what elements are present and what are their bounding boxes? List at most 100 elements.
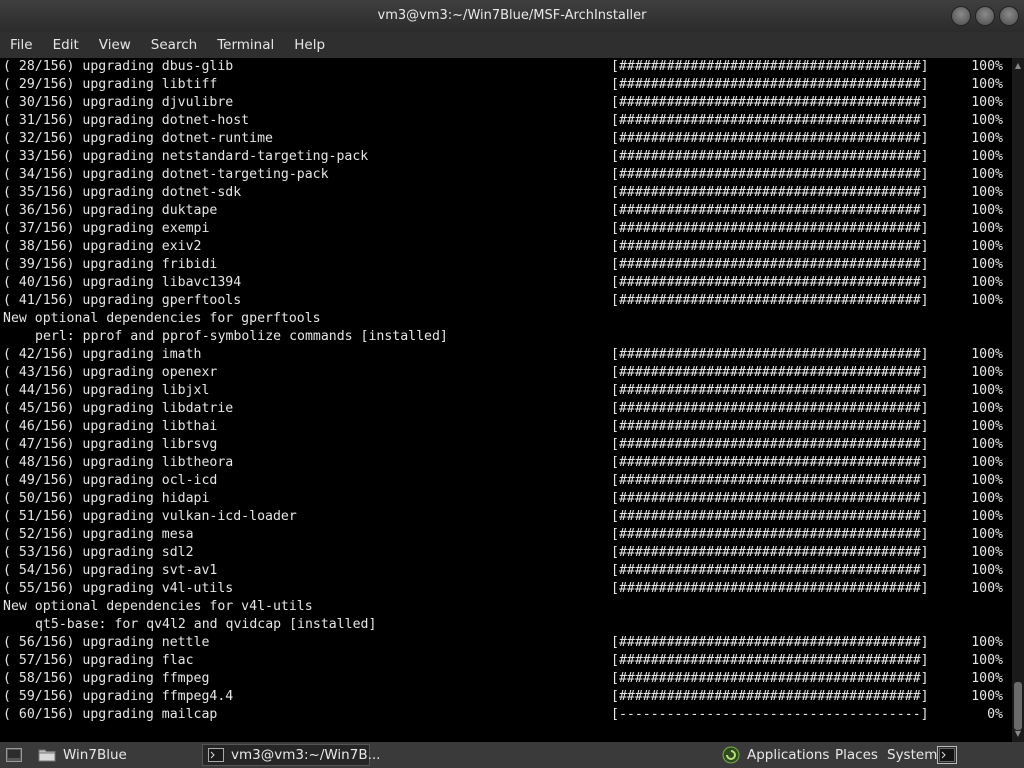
menu-file[interactable]: File [0, 32, 43, 58]
terminal-line: ( 55/156) upgrading v4l-utils [##########… [0, 580, 1012, 598]
menu-view[interactable]: View [89, 32, 141, 58]
terminal-launcher-icon[interactable] [937, 746, 957, 764]
scroll-down-icon[interactable]: ▼ [1012, 728, 1024, 740]
progress-bar-text: [######################################] [611, 167, 929, 182]
progress-percent: 100% [971, 509, 1003, 524]
menu-terminal[interactable]: Terminal [207, 32, 284, 58]
terminal-line: ( 60/156) upgrading mailcap [------------… [0, 706, 1012, 724]
terminal-line: ( 34/156) upgrading dotnet-targeting-pac… [0, 166, 1012, 184]
terminal-line: ( 54/156) upgrading svt-av1 [############… [0, 562, 1012, 580]
terminal-line: ( 35/156) upgrading dotnet-sdk [#########… [0, 184, 1012, 202]
progress-bar-text: [######################################] [611, 509, 929, 524]
progress-bar-text: [######################################] [611, 149, 929, 164]
progress-bar-text: [######################################] [611, 689, 929, 704]
progress-bar-text: [######################################] [611, 95, 929, 110]
upgrade-step-text: ( 29/156) upgrading libtiff [3, 77, 218, 92]
terminal-line: ( 59/156) upgrading ffmpeg4.4 [##########… [0, 688, 1012, 706]
progress-percent: 100% [971, 689, 1003, 704]
show-desktop-icon[interactable] [6, 748, 22, 762]
minimize-button[interactable] [951, 6, 971, 26]
progress-bar-text: [######################################] [611, 491, 929, 506]
terminal-line: New optional dependencies for v4l-utils [0, 598, 1012, 616]
terminal-line: ( 50/156) upgrading hidapi [#############… [0, 490, 1012, 508]
progress-percent: 100% [971, 77, 1003, 92]
taskbar-terminal-label: vm3@vm3:~/Win7B... [231, 747, 381, 763]
terminal-line: ( 44/156) upgrading libjxl [#############… [0, 382, 1012, 400]
upgrade-step-text: ( 36/156) upgrading duktape [3, 203, 218, 218]
terminal-line: ( 51/156) upgrading vulkan-icd-loader [##… [0, 508, 1012, 526]
terminal-output[interactable]: ( 28/156) upgrading dbus-glib [##########… [0, 58, 1012, 742]
terminal-line: ( 31/156) upgrading dotnet-host [########… [0, 112, 1012, 130]
upgrade-step-text: ( 51/156) upgrading vulkan-icd-loader [3, 509, 297, 524]
progress-percent: 0% [987, 707, 1003, 722]
upgrade-step-text: ( 28/156) upgrading dbus-glib [3, 59, 234, 74]
progress-bar-text: [######################################] [611, 671, 929, 686]
menu-bar: File Edit View Search Terminal Help [0, 32, 1024, 58]
taskbar-terminal-task[interactable]: vm3@vm3:~/Win7B... [202, 744, 380, 766]
terminal-scrollbar[interactable]: ▲ ▼ [1012, 58, 1024, 742]
progress-percent: 100% [971, 347, 1003, 362]
terminal-line: ( 46/156) upgrading libthai [############… [0, 418, 1012, 436]
upgrade-step-text: ( 42/156) upgrading imath [3, 347, 202, 362]
terminal-line: perl: pprof and pprof-symbolize commands… [0, 328, 1012, 346]
terminal-line: ( 42/156) upgrading imath [##############… [0, 346, 1012, 364]
progress-bar-text: [--------------------------------------] [611, 707, 929, 722]
maximize-button[interactable] [975, 6, 995, 26]
upgrade-step-text: ( 35/156) upgrading dotnet-sdk [3, 185, 242, 200]
upgrade-step-text: ( 38/156) upgrading exiv2 [3, 239, 202, 254]
progress-percent: 100% [971, 545, 1003, 560]
upgrade-step-text: ( 48/156) upgrading libtheora [3, 455, 234, 470]
progress-bar-text: [######################################] [611, 401, 929, 416]
progress-percent: 100% [971, 437, 1003, 452]
upgrade-step-text: ( 50/156) upgrading hidapi [3, 491, 210, 506]
menu-search[interactable]: Search [141, 32, 207, 58]
terminal-line: ( 45/156) upgrading libdatrie [##########… [0, 400, 1012, 418]
terminal-line: ( 41/156) upgrading gperftools [#########… [0, 292, 1012, 310]
terminal-line: ( 36/156) upgrading duktape [############… [0, 202, 1012, 220]
terminal-line: ( 56/156) upgrading nettle [#############… [0, 634, 1012, 652]
upgrade-step-text: ( 44/156) upgrading libjxl [3, 383, 210, 398]
upgrade-step-text: ( 52/156) upgrading mesa [3, 527, 194, 542]
menu-places[interactable]: Places [835, 742, 878, 768]
menu-applications[interactable]: Applications [747, 742, 829, 768]
upgrade-step-text: ( 56/156) upgrading nettle [3, 635, 210, 650]
window-title: vm3@vm3:~/Win7Blue/MSF-ArchInstaller [377, 8, 647, 23]
taskbar: Win7Blue vm3@vm3:~/Win7B... Applications… [0, 742, 1024, 768]
progress-bar-text: [######################################] [611, 203, 929, 218]
progress-percent: 100% [971, 491, 1003, 506]
upgrade-step-text: ( 47/156) upgrading librsvg [3, 437, 218, 452]
terminal-line: ( 52/156) upgrading mesa [###############… [0, 526, 1012, 544]
progress-bar-text: [######################################] [611, 59, 929, 74]
terminal-line: ( 38/156) upgrading exiv2 [##############… [0, 238, 1012, 256]
upgrade-step-text: ( 37/156) upgrading exempi [3, 221, 210, 236]
menu-edit[interactable]: Edit [43, 32, 89, 58]
upgrade-step-text: ( 55/156) upgrading v4l-utils [3, 581, 234, 596]
menu-system[interactable]: System [887, 742, 937, 768]
progress-bar-text: [######################################] [611, 293, 929, 308]
scroll-up-icon[interactable]: ▲ [1012, 60, 1024, 72]
window-titlebar[interactable]: vm3@vm3:~/Win7Blue/MSF-ArchInstaller [0, 0, 1024, 32]
taskbar-folder-win7blue[interactable]: Win7Blue [63, 742, 127, 768]
upgrade-step-text: ( 41/156) upgrading gperftools [3, 293, 242, 308]
progress-bar-text: [######################################] [611, 275, 929, 290]
close-button[interactable] [999, 6, 1019, 26]
progress-percent: 100% [971, 275, 1003, 290]
scrollbar-thumb[interactable] [1014, 682, 1022, 730]
upgrade-step-text: ( 53/156) upgrading sdl2 [3, 545, 194, 560]
terminal-line: ( 53/156) upgrading sdl2 [###############… [0, 544, 1012, 562]
menu-help[interactable]: Help [284, 32, 335, 58]
progress-bar-text: [######################################] [611, 257, 929, 272]
upgrade-step-text: ( 46/156) upgrading libthai [3, 419, 218, 434]
progress-percent: 100% [971, 257, 1003, 272]
upgrade-step-text: ( 45/156) upgrading libdatrie [3, 401, 234, 416]
progress-bar-text: [######################################] [611, 581, 929, 596]
progress-bar-text: [######################################] [611, 383, 929, 398]
progress-percent: 100% [971, 221, 1003, 236]
upgrade-step-text: ( 40/156) upgrading libavc1394 [3, 275, 242, 290]
upgrade-step-text: ( 54/156) upgrading svt-av1 [3, 563, 218, 578]
progress-percent: 100% [971, 527, 1003, 542]
terminal-line: ( 39/156) upgrading fribidi [############… [0, 256, 1012, 274]
progress-percent: 100% [971, 635, 1003, 650]
terminal-line: ( 37/156) upgrading exempi [#############… [0, 220, 1012, 238]
info-text: New optional dependencies for v4l-utils [3, 599, 313, 614]
